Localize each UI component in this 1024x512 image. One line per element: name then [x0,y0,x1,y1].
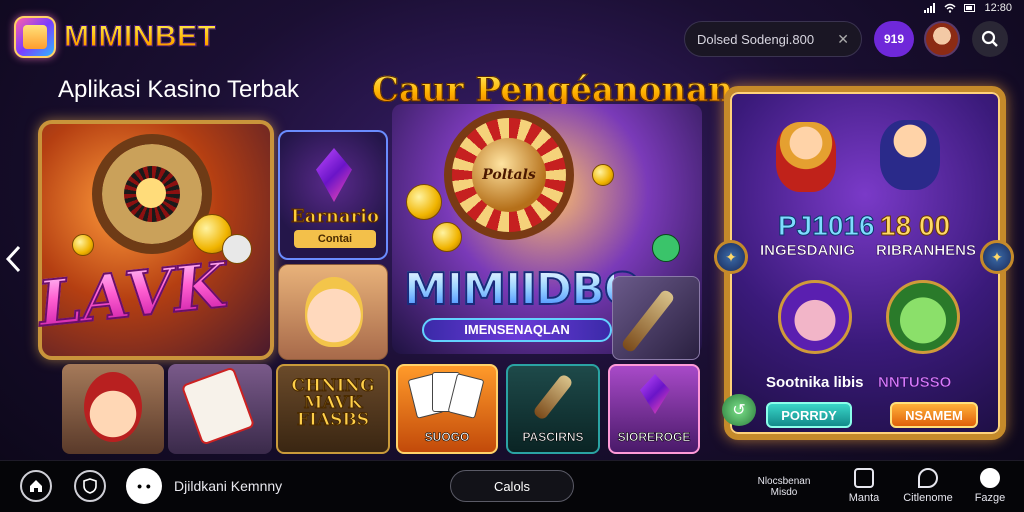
scroll-item-icon [532,372,574,422]
search-value: Dolsed Sodengi.800 [697,31,815,47]
nav-item-citlenome[interactable]: Citlenome [898,468,958,504]
join-button[interactable]: NSAMEM [890,402,978,428]
character-icon [880,120,940,190]
banner-subtitle: IMENSENAQLAN [422,318,612,342]
stat-label-left: INGESDANIG [760,242,856,260]
clock: 12:80 [984,2,1012,14]
player-avatar-left[interactable] [778,280,852,354]
shield-icon [83,478,97,494]
nav-item-label: Citlenome [903,492,953,504]
feature-button[interactable] [74,470,106,502]
pin-icon [918,468,938,488]
gem-icon [640,374,670,414]
dice-icon [180,366,256,446]
wifi-icon [944,3,956,13]
close-icon[interactable]: ✕ [837,31,849,48]
stat-value-left: PJ1016 [778,210,876,242]
character-face-icon [305,277,363,347]
user-face-icon: • • [137,478,151,494]
emblem-icon: ✦ [714,240,748,274]
game-card-chning[interactable]: CHNING MAVK FIASBS [276,364,390,454]
scroll-item-icon [620,288,676,354]
nav-item-label: Manta [848,492,880,504]
emblem-icon: ✦ [980,240,1014,274]
brand-logo[interactable]: MIMINBET [14,16,216,58]
status-bar: 12:80 [844,0,1024,16]
character-icon [84,372,142,442]
player-name-left: Sootnika libis [766,374,864,391]
center-pill-button[interactable]: Calols [450,470,574,502]
search-icon [981,30,998,47]
dice-icon [222,234,252,264]
card-title: Earnario [291,206,380,228]
profile-icon [980,468,1000,488]
battery-icon [964,3,976,13]
stat-value-right: 18 00 [879,210,951,242]
brand-name: MIMINBET [63,20,217,54]
chat-icon[interactable]: ↺ [722,394,756,426]
chevron-left-icon[interactable] [4,244,30,274]
avatar[interactable] [924,21,960,57]
gem-icon [316,148,352,202]
card-label: SUOGO [424,430,470,445]
user-coins-pill[interactable]: 919 [874,21,914,57]
nav-item-label: Fazge [974,492,1006,504]
page-title: Aplikasi Kasino Terbak [58,76,300,103]
coin-icon [592,164,614,186]
home-icon [30,480,42,492]
search-button[interactable] [972,21,1008,57]
card-subtitle: Contai [294,230,376,248]
nav-note: Nlocsbenan Misdo [757,476,811,498]
home-button[interactable] [20,470,52,502]
game-card-hat-kid[interactable] [62,364,164,454]
game-card-dice[interactable] [168,364,272,454]
game-card-sioreroge[interactable]: SIOREROGE [608,364,700,454]
logo-badge-icon [14,16,56,58]
user-name: Djildkani Kemnny [174,478,283,494]
coin-icon [406,184,442,220]
game-card-earnario[interactable]: Earnario Contai [278,130,388,260]
card-label: SIOREROGE [617,430,691,445]
ready-button[interactable]: PORRDY [766,402,852,428]
card-label: PASCIRNS [522,430,584,445]
search-input[interactable]: Dolsed Sodengi.800 ✕ [684,21,862,57]
coin-icon [72,234,94,256]
banner-title: MIMIIDBO [403,263,642,316]
card-label: CHNING MAVK FIASBS [291,376,375,430]
game-card-suogo[interactable]: SUOGO [396,364,498,454]
signal-icon [924,3,936,13]
stat-label-right: RIBRANHENS [876,242,977,260]
game-card-item[interactable] [612,276,700,360]
nav-item-fazge[interactable]: Fazge [960,468,1020,504]
nav-item-manta[interactable]: Manta [834,468,894,504]
game-card-pascirns[interactable]: PASCIRNS [506,364,600,454]
promo-panel: PJ1016 18 00 INGESDANIG RIBRANHENS Sootn… [724,86,1006,440]
cash-icon [652,234,680,262]
wheel-label: Poltals [472,138,546,212]
character-icon [776,122,836,192]
player-avatar-right[interactable] [886,280,960,354]
avatar[interactable]: • • [126,468,162,504]
coin-icon [432,222,462,252]
player-name-right: NNTUSSO [878,374,952,392]
grid-icon [854,468,874,488]
game-card-character[interactable] [278,264,388,360]
